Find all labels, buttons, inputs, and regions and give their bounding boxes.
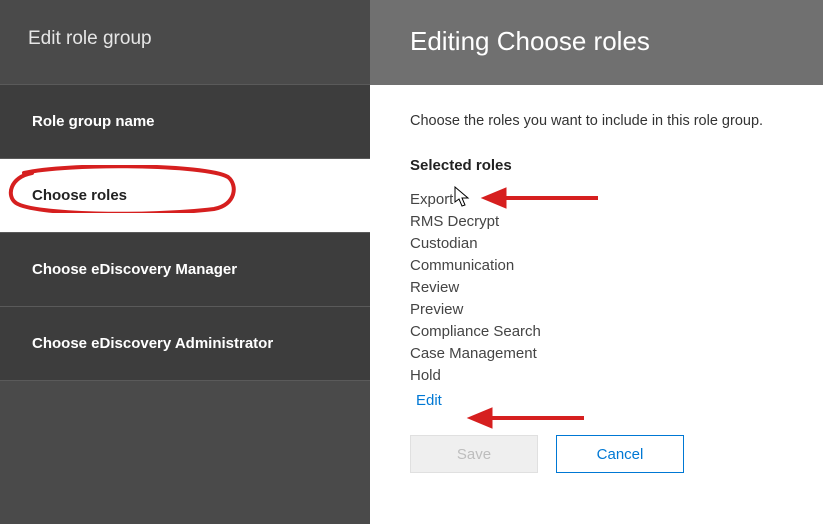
cancel-button[interactable]: Cancel xyxy=(556,435,684,473)
selected-roles-heading: Selected roles xyxy=(410,157,783,174)
main-panel: Editing Choose roles Choose the roles yo… xyxy=(370,0,823,524)
panel-title: Editing Choose roles xyxy=(370,0,823,85)
role-item: Review xyxy=(410,276,783,298)
role-item: RMS Decrypt xyxy=(410,210,783,232)
role-item: Communication xyxy=(410,254,783,276)
nav-label: Role group name xyxy=(32,113,155,130)
panel-intro: Choose the roles you want to include in … xyxy=(410,113,783,129)
nav-label: Choose eDiscovery Manager xyxy=(32,261,237,278)
save-button: Save xyxy=(410,435,538,473)
annotation-arrow-edit xyxy=(466,404,586,432)
wizard-sidebar: Edit role group Role group name Choose r… xyxy=(0,0,370,524)
panel-body: Choose the roles you want to include in … xyxy=(370,85,823,501)
nav-role-group-name[interactable]: Role group name xyxy=(0,85,370,159)
sidebar-title: Edit role group xyxy=(0,0,370,85)
nav-choose-roles[interactable]: Choose roles xyxy=(0,159,370,233)
app-root: Edit role group Role group name Choose r… xyxy=(0,0,823,524)
role-item: Case Management xyxy=(410,342,783,364)
nav-choose-ediscovery-administrator[interactable]: Choose eDiscovery Administrator xyxy=(0,307,370,381)
role-item: Custodian xyxy=(410,232,783,254)
button-row: Save Cancel xyxy=(410,435,783,473)
selected-roles-block: Export RMS Decrypt Custodian Communicati… xyxy=(410,188,783,409)
role-item: Preview xyxy=(410,298,783,320)
edit-roles-link[interactable]: Edit xyxy=(410,386,448,409)
role-item: Hold xyxy=(410,364,783,386)
nav-label: Choose roles xyxy=(32,187,127,204)
selected-roles-list: Export RMS Decrypt Custodian Communicati… xyxy=(410,188,783,386)
role-item: Compliance Search xyxy=(410,320,783,342)
role-item: Export xyxy=(410,188,783,210)
nav-choose-ediscovery-manager[interactable]: Choose eDiscovery Manager xyxy=(0,233,370,307)
nav-label: Choose eDiscovery Administrator xyxy=(32,335,273,352)
